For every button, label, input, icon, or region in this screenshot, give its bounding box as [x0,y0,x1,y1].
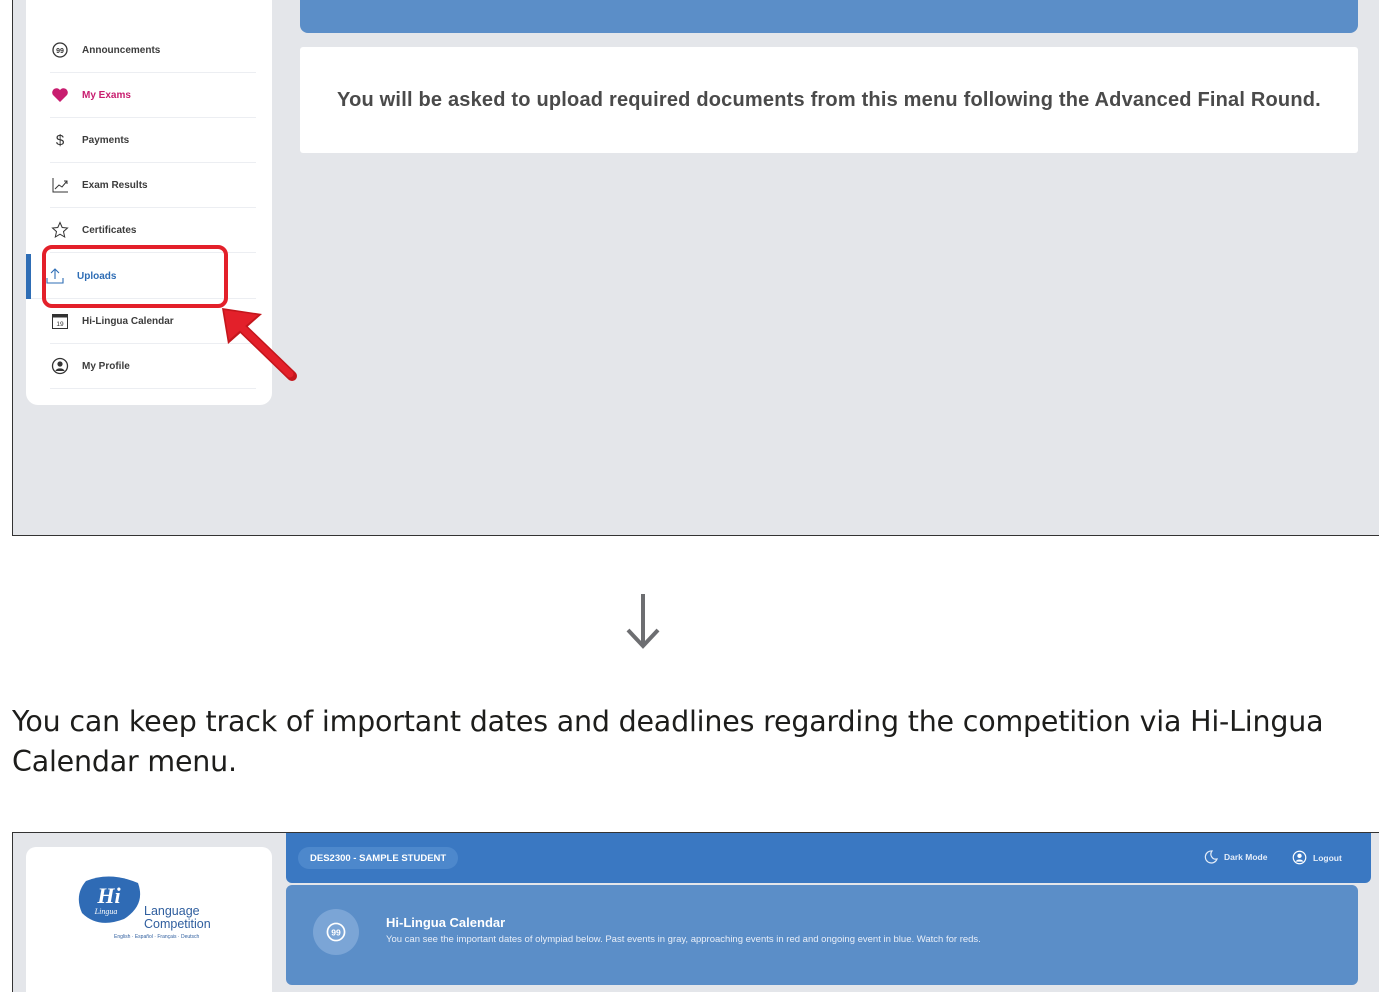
active-indicator [26,253,31,299]
logo-badge-text: Hi [96,883,121,908]
student-id-chip: DES2300 - SAMPLE STUDENT [298,847,459,869]
down-arrow-icon [626,594,660,649]
sidebar-panel: Hi Lingua Language Competition English ·… [26,847,272,992]
banner-subtitle: You can see the important dates of olymp… [386,934,981,945]
top-bar: DES2300 - SAMPLE STUDENT Dark Mode Logou… [286,833,1371,883]
dark-mode-toggle[interactable]: Dark Mode [1204,850,1267,864]
instruction-caption: You can keep track of important dates an… [12,705,1324,778]
hi-lingua-logo: Hi Lingua Language Competition English ·… [76,875,236,945]
heart-icon [50,85,70,105]
banner-title: Hi-Lingua Calendar [386,915,506,930]
sidebar-item-label: Announcements [82,44,161,56]
sidebar-item-label: My Exams [82,89,131,101]
hi-lingua-badge-icon: Hi Lingua [78,876,141,923]
sidebar-item-label: Payments [82,134,130,146]
uploads-screenshot: You will be asked to upload required doc… [12,0,1379,536]
calendar-screenshot: Hi Lingua Language Competition English ·… [12,832,1379,992]
logout-button[interactable]: Logout [1292,850,1342,865]
sidebar-item-payments[interactable]: $ Payments [50,118,256,163]
red-pointer-arrow-icon [222,308,297,381]
sidebar-item-label: Certificates [82,224,137,236]
sidebar-item-label: My Profile [82,360,130,372]
uploads-highlight-box [42,245,228,308]
calendar-info-banner: 99 Hi-Lingua Calendar You can see the im… [286,885,1358,985]
speech-bubble-icon: 99 [50,40,70,60]
chart-line-icon [50,175,70,195]
svg-text:99: 99 [56,48,64,55]
calendar-icon: 19 [50,311,70,331]
speech-bubble-icon: 99 [313,909,359,955]
moon-icon [1204,850,1218,864]
dollar-icon: $ [55,131,65,149]
dark-mode-label: Dark Mode [1224,852,1268,862]
sidebar-item-label: Exam Results [82,179,148,191]
logo-badge-subtext: Lingua [94,907,118,916]
page-header-banner [300,0,1358,33]
svg-text:99: 99 [331,928,341,938]
user-circle-icon [1292,850,1307,865]
sidebar-item-my-exams[interactable]: My Exams [50,73,256,118]
uploads-notice-text: You will be asked to upload required doc… [337,88,1321,111]
sidebar-item-announcements[interactable]: 99 Announcements [50,28,256,73]
sidebar-item-exam-results[interactable]: Exam Results [50,163,256,208]
star-icon [50,220,70,240]
uploads-notice-card: You will be asked to upload required doc… [300,47,1358,153]
logo-line2: Competition [144,917,211,931]
logo-languages: English · Español · Français · Deutsch [114,934,200,940]
user-circle-icon [50,356,70,376]
calendar-day: 19 [56,321,64,328]
logout-label: Logout [1313,852,1342,863]
sidebar-item-label: Hi-Lingua Calendar [82,315,174,327]
